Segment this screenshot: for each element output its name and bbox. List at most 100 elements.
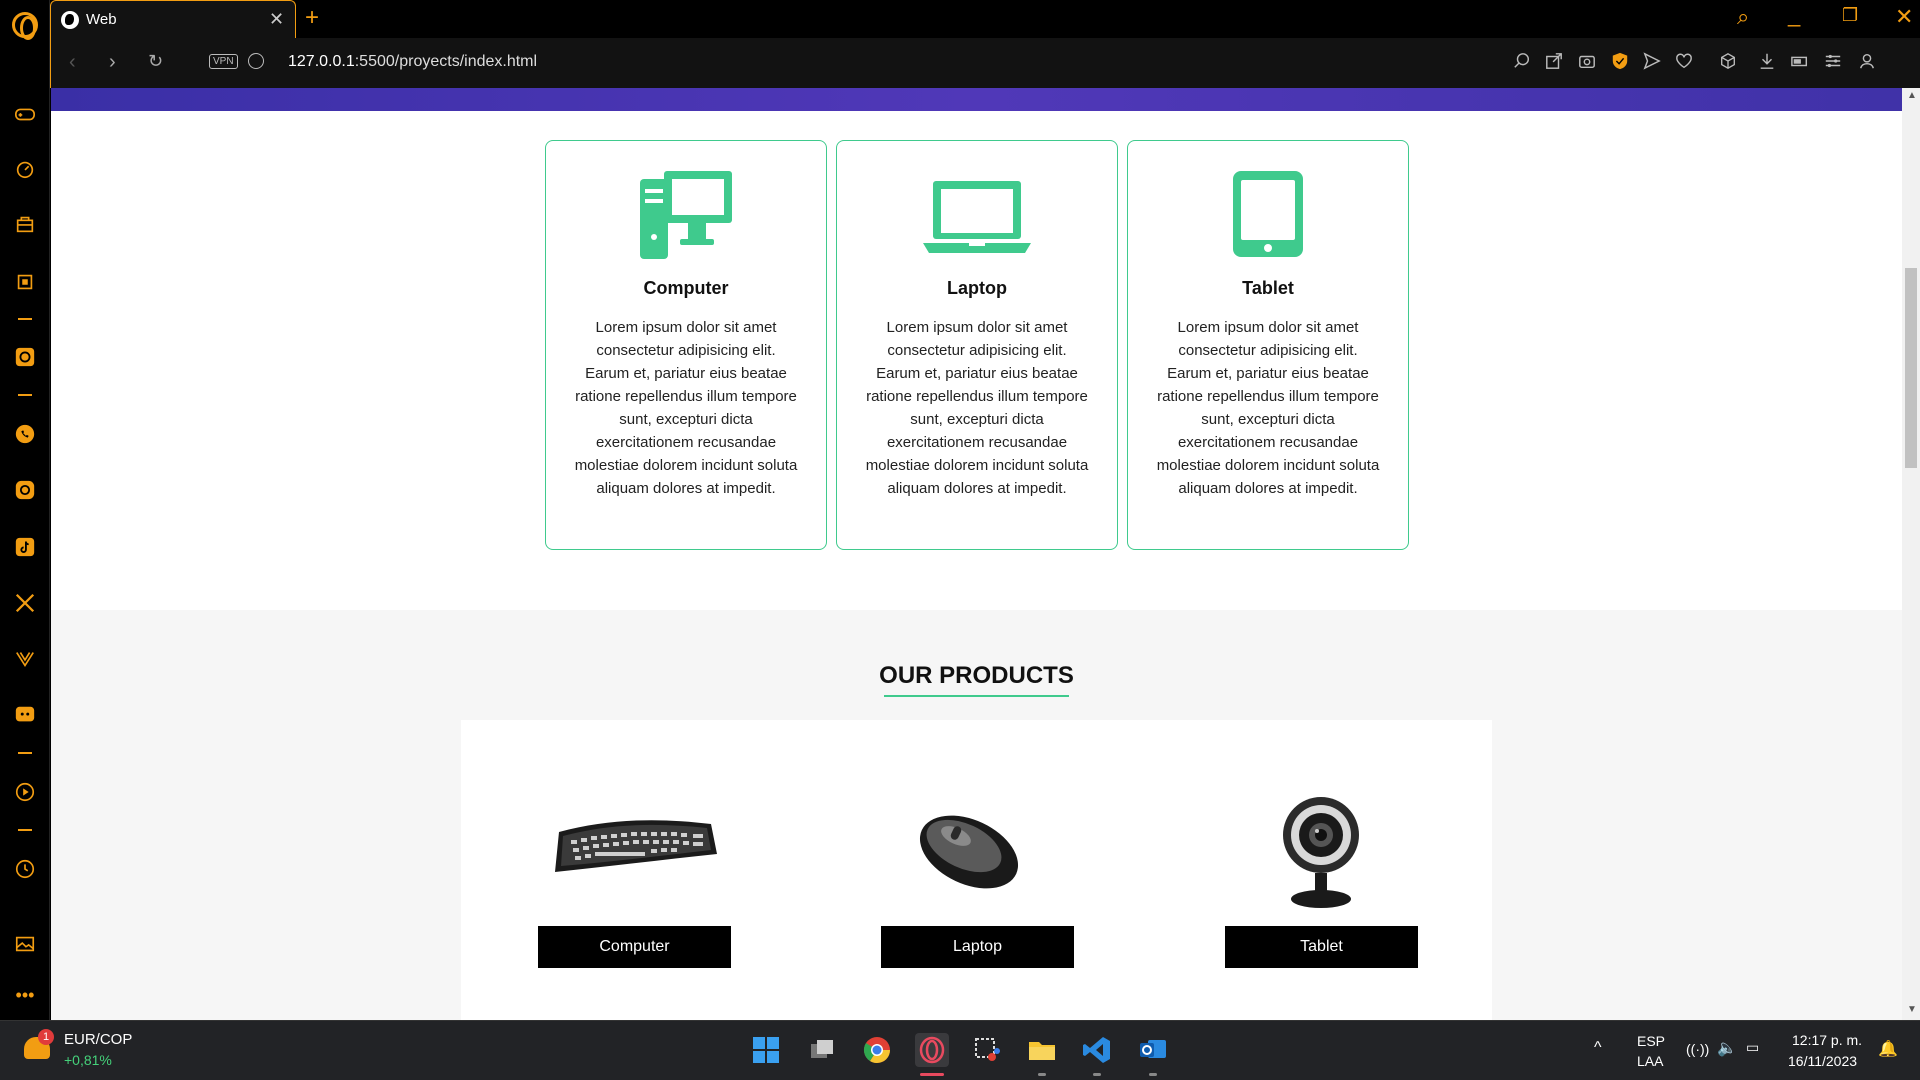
card-title: Laptop <box>947 278 1007 298</box>
service-card-computer: Computer Lorem ipsum dolor sit amet cons… <box>545 140 827 550</box>
card-text: Lorem ipsum dolor sit amet consectetur a… <box>574 319 798 497</box>
mouse-image <box>914 810 1024 890</box>
tab-title: Web <box>86 11 117 28</box>
close-window-icon[interactable]: ✕ <box>1895 4 1913 30</box>
chip-icon[interactable] <box>13 270 37 294</box>
card-title: Tablet <box>1242 278 1294 298</box>
extensions-cube-icon[interactable] <box>1718 51 1738 71</box>
search-tabs-icon[interactable]: ⌕ <box>1737 4 1749 30</box>
title-underline <box>884 695 1069 697</box>
url-host: 127.0.0.1 <box>288 53 355 70</box>
notifications-bell-icon[interactable]: 🔔 <box>1878 1039 1898 1059</box>
webcam-image <box>1281 795 1361 910</box>
keyboard-image <box>551 810 721 880</box>
shopping-bag-icon[interactable] <box>13 212 37 236</box>
product-button-computer[interactable]: Computer <box>538 926 731 968</box>
card-text: Lorem ipsum dolor sit amet consectetur a… <box>1156 319 1380 497</box>
file-explorer-icon[interactable] <box>1025 1033 1059 1067</box>
tablet-icon <box>1128 171 1408 261</box>
service-card-tablet: Tablet Lorem ipsum dolor sit amet consec… <box>1127 140 1409 550</box>
pinboard-icon[interactable] <box>13 932 37 956</box>
keyboard-layout[interactable]: LAA <box>1637 1053 1663 1069</box>
product-button-laptop[interactable]: Laptop <box>881 926 1074 968</box>
products-section: OUR PRODUCTS Computer Laptop Tablet <box>51 610 1902 1020</box>
battery-icon[interactable]: ▭ <box>1746 1039 1759 1056</box>
gamepad-icon[interactable] <box>13 102 37 126</box>
opera-logo-icon[interactable] <box>12 12 38 40</box>
globe-favicon-icon <box>61 11 79 29</box>
opera-gx-icon[interactable] <box>915 1033 949 1067</box>
browser-sidebar: ••• <box>0 0 50 1020</box>
page-scrollbar[interactable]: ▲ ▼ <box>1902 88 1920 1020</box>
more-options-icon[interactable]: ••• <box>13 983 37 1007</box>
address-bar: ‹ › ↻ VPN 127.0.0.1:5500/proyects/index.… <box>50 38 1920 88</box>
shield-icon[interactable] <box>1610 51 1630 71</box>
vk-icon[interactable] <box>13 647 37 671</box>
restore-icon[interactable]: ❐ <box>1842 5 1858 26</box>
scrollbar-thumb[interactable] <box>1905 268 1917 468</box>
outlook-icon[interactable] <box>1136 1033 1170 1067</box>
reload-icon[interactable]: ↻ <box>148 51 163 72</box>
chatgpt-icon[interactable] <box>13 345 37 369</box>
download-icon[interactable] <box>1757 51 1777 71</box>
active-app-indicator <box>920 1073 944 1076</box>
windows-start-icon[interactable] <box>749 1033 783 1067</box>
windows-taskbar: 1 EUR/COP +0,81% ^ ESP LAA ((·)) 🔈 ▭ 12:… <box>0 1020 1920 1080</box>
vpn-badge[interactable]: VPN <box>209 54 238 69</box>
currency-change: +0,81% <box>64 1052 112 1068</box>
scroll-down-arrow-icon[interactable]: ▼ <box>1907 1004 1917 1015</box>
volume-icon[interactable]: 🔈 <box>1717 1038 1737 1058</box>
send-icon[interactable] <box>1642 51 1662 71</box>
currency-pair[interactable]: EUR/COP <box>64 1031 132 1048</box>
discord-icon[interactable] <box>13 703 37 727</box>
chrome-icon[interactable] <box>860 1033 894 1067</box>
back-icon[interactable]: ‹ <box>69 51 76 74</box>
section-title: OUR PRODUCTS <box>879 662 1074 689</box>
product-button-tablet[interactable]: Tablet <box>1225 926 1418 968</box>
history-clock-icon[interactable] <box>13 857 37 881</box>
search-page-icon[interactable] <box>1512 51 1532 71</box>
new-tab-icon[interactable]: + <box>305 4 319 32</box>
whatsapp-icon[interactable] <box>13 422 37 446</box>
share-icon[interactable] <box>1544 51 1564 71</box>
page-viewport: Computer Lorem ipsum dolor sit amet cons… <box>51 88 1902 1020</box>
forward-icon[interactable]: › <box>109 51 116 74</box>
input-language[interactable]: ESP <box>1637 1033 1665 1049</box>
instagram-icon[interactable] <box>13 478 37 502</box>
battery-saver-icon[interactable] <box>1790 51 1810 71</box>
clock-date[interactable]: 16/11/2023 <box>1788 1053 1857 1069</box>
browser-tab[interactable]: Web ✕ <box>50 0 296 38</box>
sidebar-divider <box>18 829 32 831</box>
title-bar: Web ✕ + ⌕ _ ❐ ✕ <box>50 0 1920 38</box>
sidebar-divider <box>18 318 32 320</box>
clock-time[interactable]: 12:17 p. m. <box>1792 1032 1862 1048</box>
snipping-tool-icon[interactable] <box>970 1033 1004 1067</box>
x-twitter-icon[interactable] <box>13 591 37 615</box>
close-tab-icon[interactable]: ✕ <box>269 9 284 30</box>
url-field[interactable]: 127.0.0.1:5500/proyects/index.html <box>288 53 537 71</box>
desktop-computer-icon <box>546 171 826 261</box>
products-panel: Computer Laptop Tablet <box>461 720 1492 1020</box>
minimize-icon[interactable]: _ <box>1788 2 1800 28</box>
laptop-icon <box>837 181 1117 271</box>
notification-badge: 1 <box>38 1029 54 1045</box>
vscode-icon[interactable] <box>1080 1033 1114 1067</box>
show-hidden-icons-chevron-icon[interactable]: ^ <box>1594 1039 1602 1057</box>
site-info-icon[interactable] <box>248 53 264 69</box>
header-band <box>51 88 1902 111</box>
profile-icon[interactable] <box>1857 51 1877 71</box>
heart-icon[interactable] <box>1674 51 1694 71</box>
scroll-up-arrow-icon[interactable]: ▲ <box>1907 90 1917 101</box>
wifi-icon[interactable]: ((·)) <box>1686 1041 1709 1057</box>
tiktok-icon[interactable] <box>13 535 37 559</box>
service-card-laptop: Laptop Lorem ipsum dolor sit amet consec… <box>836 140 1118 550</box>
player-icon[interactable] <box>13 780 37 804</box>
running-app-indicator <box>1093 1073 1101 1076</box>
card-title: Computer <box>643 278 729 298</box>
speedometer-icon[interactable] <box>13 157 37 181</box>
camera-icon[interactable] <box>1577 51 1597 71</box>
task-view-icon[interactable] <box>805 1033 839 1067</box>
running-app-indicator <box>1149 1073 1157 1076</box>
easy-setup-icon[interactable] <box>1823 51 1843 71</box>
sidebar-divider <box>18 394 32 396</box>
